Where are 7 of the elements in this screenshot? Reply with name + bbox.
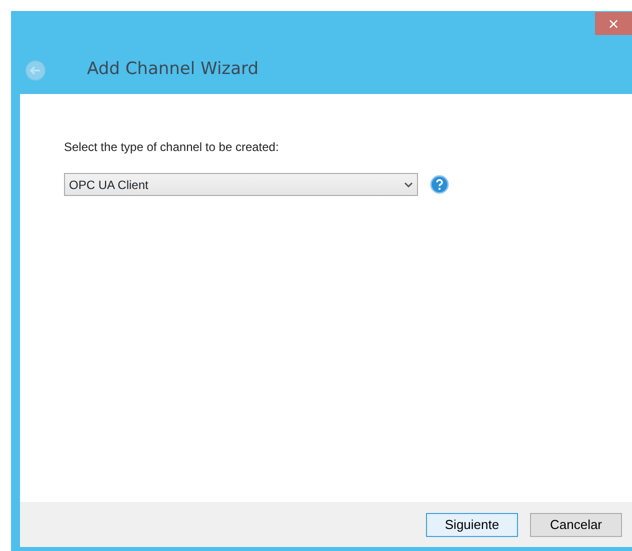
window-title: Add Channel Wizard	[87, 58, 258, 81]
help-icon[interactable]	[430, 175, 449, 194]
chevron-icon	[404, 182, 413, 188]
next-button[interactable]: Siguiente	[426, 512, 518, 536]
prompt-text: Select the type of channel to be created:	[64, 139, 280, 156]
cancel-button[interactable]: Cancelar	[530, 512, 622, 536]
channel-type-dropdown[interactable]: OPC UA Client	[64, 173, 418, 196]
